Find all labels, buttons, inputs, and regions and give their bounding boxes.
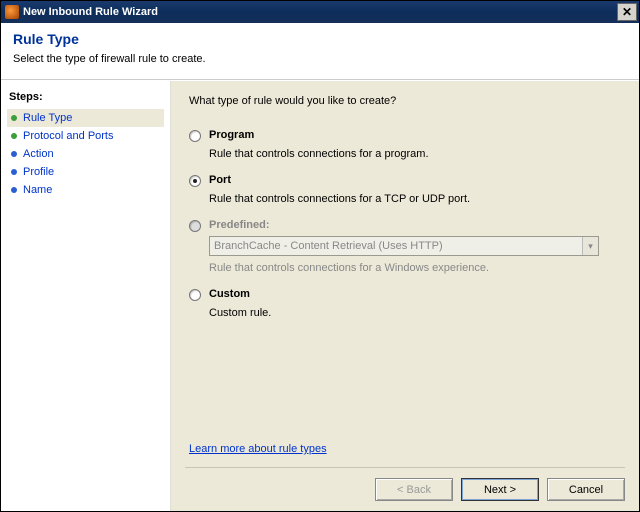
- option-program: Program: [189, 129, 621, 142]
- option-label: Custom: [209, 288, 250, 300]
- radio-program[interactable]: [189, 130, 201, 142]
- step-label: Profile: [23, 166, 54, 178]
- steps-label: Steps:: [9, 91, 162, 103]
- close-button[interactable]: ✕: [617, 3, 637, 21]
- steps-sidebar: Steps: Rule Type Protocol and Ports Acti…: [1, 81, 171, 511]
- body: Steps: Rule Type Protocol and Ports Acti…: [1, 80, 639, 511]
- header: Rule Type Select the type of firewall ru…: [1, 23, 639, 80]
- predefined-dropdown: BranchCache - Content Retrieval (Uses HT…: [209, 236, 599, 256]
- option-predefined: Predefined:: [189, 219, 621, 232]
- prompt-text: What type of rule would you like to crea…: [189, 95, 621, 107]
- bullet-icon: [11, 169, 17, 175]
- option-label: Port: [209, 174, 231, 186]
- option-label: Program: [209, 129, 254, 141]
- button-row: < Back Next > Cancel: [185, 467, 625, 501]
- option-custom: Custom: [189, 288, 621, 301]
- bullet-icon: [11, 133, 17, 139]
- chevron-down-icon: ▾: [582, 237, 598, 255]
- step-action[interactable]: Action: [7, 145, 164, 163]
- radio-custom[interactable]: [189, 289, 201, 301]
- page-title: Rule Type: [13, 31, 627, 47]
- step-label: Action: [23, 148, 54, 160]
- option-desc: Rule that controls connections for a TCP…: [209, 193, 621, 205]
- step-name[interactable]: Name: [7, 181, 164, 199]
- option-desc: Rule that controls connections for a Win…: [209, 262, 621, 274]
- close-icon: ✕: [622, 6, 632, 18]
- cancel-button[interactable]: Cancel: [547, 478, 625, 501]
- titlebar: New Inbound Rule Wizard ✕: [1, 1, 639, 23]
- learn-more-link[interactable]: Learn more about rule types: [189, 443, 327, 455]
- step-label: Name: [23, 184, 52, 196]
- step-protocol-and-ports[interactable]: Protocol and Ports: [7, 127, 164, 145]
- option-desc: Rule that controls connections for a pro…: [209, 148, 621, 160]
- main-panel: What type of rule would you like to crea…: [171, 81, 639, 511]
- page-description: Select the type of firewall rule to crea…: [13, 53, 627, 65]
- next-button[interactable]: Next >: [461, 478, 539, 501]
- radio-predefined[interactable]: [189, 220, 201, 232]
- step-label: Protocol and Ports: [23, 130, 114, 142]
- app-icon: [5, 5, 19, 19]
- step-rule-type[interactable]: Rule Type: [7, 109, 164, 127]
- step-label: Rule Type: [23, 112, 72, 124]
- option-port: Port: [189, 174, 621, 187]
- bullet-icon: [11, 115, 17, 121]
- window-title: New Inbound Rule Wizard: [23, 6, 617, 18]
- radio-port[interactable]: [189, 175, 201, 187]
- back-button: < Back: [375, 478, 453, 501]
- step-profile[interactable]: Profile: [7, 163, 164, 181]
- bullet-icon: [11, 151, 17, 157]
- option-label: Predefined:: [209, 219, 270, 231]
- wizard-window: New Inbound Rule Wizard ✕ Rule Type Sele…: [0, 0, 640, 512]
- bullet-icon: [11, 187, 17, 193]
- option-desc: Custom rule.: [209, 307, 621, 319]
- dropdown-value: BranchCache - Content Retrieval (Uses HT…: [214, 240, 443, 252]
